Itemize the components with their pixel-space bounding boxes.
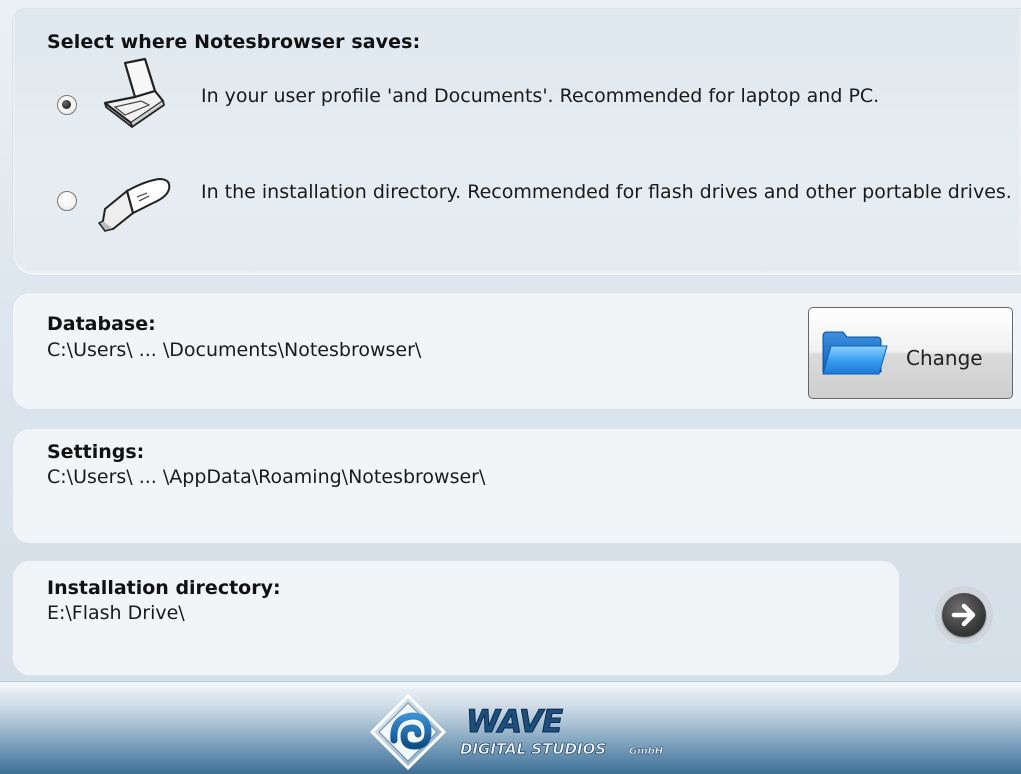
radio-user-profile[interactable] <box>57 95 77 115</box>
logo-digital-studios-text: DIGITAL STUDIOS <box>460 740 606 758</box>
logo-gmbh-text: GmbH <box>629 746 664 757</box>
change-database-button[interactable]: Change <box>808 307 1013 399</box>
installation-label: Installation directory: <box>47 577 281 599</box>
arrow-right-icon <box>951 603 976 627</box>
installation-path: E:\Flash Drive\ <box>47 602 185 624</box>
settings-label: Settings: <box>47 441 145 463</box>
settings-panel: Settings: C:\Users\ ... \AppData\Roaming… <box>12 428 1021 544</box>
change-button-label: Change <box>906 346 983 370</box>
laptop-icon <box>103 57 165 128</box>
arrow-right-circle-icon <box>942 593 986 637</box>
usb-flash-drive-icon <box>97 177 171 232</box>
radio-installation-directory[interactable] <box>57 191 77 211</box>
option-user-profile-text: In your user profile 'and Documents'. Re… <box>201 85 880 107</box>
database-path: C:\Users\ ... \Documents\Notesbrowser\ <box>47 339 422 361</box>
folder-icon <box>822 331 888 375</box>
installation-panel: Installation directory: E:\Flash Drive\ <box>12 560 900 676</box>
radio-selected-dot <box>62 100 71 109</box>
logo-wave-text: WAVE <box>466 704 563 740</box>
wave-digital-studios-logo: WAVE DIGITAL STUDIOS GmbH <box>370 694 664 771</box>
open-installation-button[interactable] <box>935 586 993 644</box>
settings-path: C:\Users\ ... \AppData\Roaming\Notesbrow… <box>47 466 486 488</box>
option-installation-directory-text: In the installation directory. Recommend… <box>201 181 1012 203</box>
footer-bar: WAVE DIGITAL STUDIOS GmbH <box>0 681 1021 774</box>
database-label: Database: <box>47 313 156 335</box>
save-location-title: Select where Notesbrowser saves: <box>47 31 421 53</box>
save-location-panel: Select where Notesbrowser saves: In your… <box>12 8 1021 276</box>
